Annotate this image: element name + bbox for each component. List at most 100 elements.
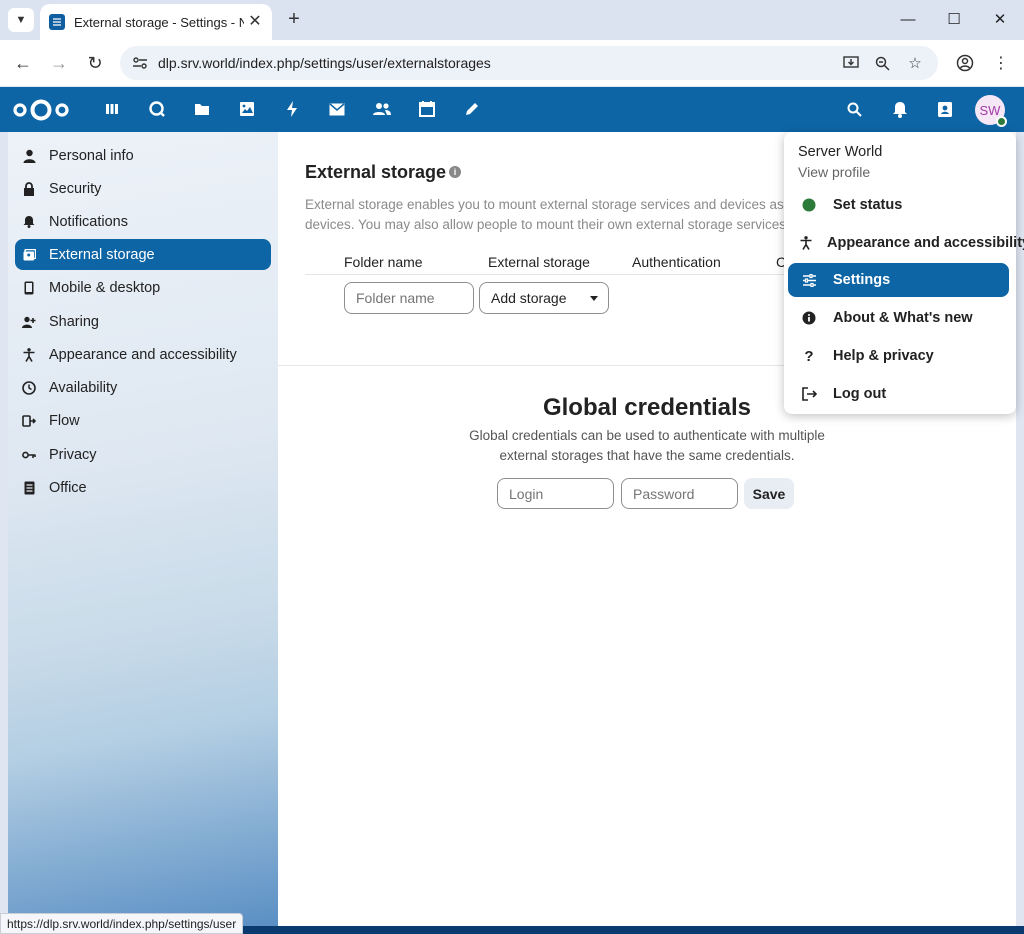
sidebar-item-security[interactable]: Security — [15, 173, 271, 204]
nextcloud-settings-favicon-icon — [49, 14, 65, 30]
install-app-icon[interactable] — [840, 52, 862, 74]
nextcloud-logo-icon[interactable] — [12, 96, 70, 124]
menu-item-help-privacy[interactable]: ? Help & privacy — [788, 339, 1009, 373]
photos-app-icon[interactable] — [236, 98, 258, 120]
info-icon — [800, 309, 818, 327]
unified-search-icon[interactable] — [843, 98, 865, 120]
password-input[interactable] — [621, 478, 738, 509]
contacts-menu-icon[interactable] — [934, 98, 956, 120]
sidebar-item-label: Appearance and accessibility — [49, 346, 237, 363]
sidebar-item-flow[interactable]: Flow — [15, 405, 271, 436]
sidebar-item-external-storage[interactable]: External storage — [15, 239, 271, 270]
section-title-external-storage: External storage — [305, 162, 447, 182]
bookmark-star-icon[interactable]: ☆ — [904, 52, 926, 74]
online-status-dot-icon — [996, 116, 1007, 127]
sidebar-item-label: Availability — [49, 379, 118, 396]
sidebar-item-label: Privacy — [49, 446, 97, 463]
sidebar-item-label: External storage — [49, 246, 155, 263]
activity-app-icon[interactable] — [281, 98, 303, 120]
back-icon[interactable]: ← — [10, 50, 36, 76]
notifications-bell-icon[interactable] — [889, 98, 911, 120]
tab-close-icon[interactable]: ✕ — [246, 13, 264, 31]
document-icon — [21, 480, 37, 496]
external-storage-icon — [21, 247, 37, 263]
menu-item-settings[interactable]: Settings — [788, 263, 1009, 297]
browser-tab[interactable]: External storage - Settings - Nextcloud … — [40, 4, 272, 40]
status-dot-icon — [800, 196, 818, 214]
search-app-icon[interactable] — [146, 98, 168, 120]
section-description: External storage enables you to mount ex… — [305, 195, 825, 235]
key-icon — [21, 447, 37, 463]
menu-item-set-status[interactable]: Set status — [788, 188, 1009, 222]
sidebar-item-label: Security — [49, 180, 102, 197]
menu-item-label: Log out — [833, 386, 887, 402]
browser-toolbar: ← → ↻ dlp.srv.world/index.php/settings/u… — [0, 40, 1024, 86]
clock-icon — [21, 380, 37, 396]
sidebar-item-label: Personal info — [49, 147, 134, 164]
info-icon[interactable]: i — [449, 166, 461, 178]
menu-item-log-out[interactable]: Log out — [788, 377, 1009, 411]
reload-icon[interactable]: ↻ — [82, 50, 108, 76]
save-button[interactable]: Save — [744, 478, 794, 509]
zoom-icon[interactable] — [871, 52, 893, 74]
notes-app-icon[interactable] — [461, 98, 483, 120]
sidebar-item-personal-info[interactable]: Personal info — [15, 140, 271, 171]
tab-title: External storage - Settings - Nextcloud — [74, 14, 244, 30]
settings-sidebar: Personal info Security Notifications Ext… — [8, 132, 278, 926]
description-line: devices. You may also allow people to mo… — [305, 217, 790, 232]
description-line: Global credentials can be used to authen… — [469, 428, 825, 443]
avatar-initials: SW — [979, 102, 1001, 118]
menu-item-appearance[interactable]: Appearance and accessibility — [788, 226, 1024, 260]
caret-down-icon — [590, 296, 598, 301]
sidebar-item-label: Notifications — [49, 213, 128, 230]
calendar-app-icon[interactable] — [416, 98, 438, 120]
menu-item-label: Set status — [833, 197, 903, 213]
sidebar-item-availability[interactable]: Availability — [15, 372, 271, 403]
sidebar-item-privacy[interactable]: Privacy — [15, 439, 271, 470]
login-input[interactable] — [497, 478, 614, 509]
menu-item-label: Settings — [833, 272, 891, 288]
menu-item-about[interactable]: About & What's new — [788, 301, 1009, 335]
global-credentials-description: Global credentials can be used to authen… — [278, 426, 1016, 466]
column-header-folder-name: Folder name — [344, 254, 423, 270]
sidebar-item-office[interactable]: Office — [15, 472, 271, 503]
nextcloud-header — [0, 87, 1024, 132]
browser-tab-bar: ▼ External storage - Settings - Nextclou… — [0, 0, 1024, 40]
profile-icon[interactable] — [953, 51, 977, 75]
user-menu-dropdown: Server World View profile Set status App… — [784, 132, 1024, 414]
sidebar-item-label: Mobile & desktop — [49, 279, 161, 296]
forward-icon[interactable]: → — [46, 50, 72, 76]
view-profile-link[interactable]: View profile — [798, 164, 870, 180]
add-storage-select[interactable]: Add storage — [479, 282, 609, 314]
new-tab-button[interactable]: + — [282, 8, 306, 32]
mail-app-icon[interactable] — [326, 98, 348, 120]
help-icon: ? — [804, 347, 814, 365]
sidebar-item-sharing[interactable]: Sharing — [15, 306, 271, 337]
description-line: external storages that have the same cre… — [499, 448, 795, 463]
files-app-icon[interactable] — [191, 98, 213, 120]
user-display-name[interactable]: Server World — [798, 144, 882, 160]
accessibility-icon — [21, 347, 37, 363]
browser-menu-icon[interactable]: ⋮ — [989, 51, 1013, 75]
folder-name-input[interactable] — [344, 282, 474, 314]
tab-search-button[interactable]: ▼ — [8, 8, 34, 32]
sidebar-item-appearance[interactable]: Appearance and accessibility — [15, 339, 271, 370]
menu-item-label: Help & privacy — [833, 348, 934, 364]
lock-icon — [21, 181, 37, 197]
contacts-app-icon[interactable] — [371, 98, 393, 120]
sidebar-item-notifications[interactable]: Notifications — [15, 206, 271, 237]
logout-icon — [800, 385, 818, 403]
sidebar-item-mobile-desktop[interactable]: Mobile & desktop — [15, 272, 271, 303]
link-status-bar: https://dlp.srv.world/index.php/settings… — [0, 913, 244, 934]
minimize-icon[interactable]: — — [893, 8, 923, 32]
dashboard-app-icon[interactable] — [101, 98, 123, 120]
description-line: External storage enables you to mount ex… — [305, 197, 795, 212]
person-icon — [21, 148, 37, 164]
site-info-icon[interactable] — [128, 51, 152, 75]
address-bar[interactable]: dlp.srv.world/index.php/settings/user/ex… — [120, 46, 938, 80]
sidebar-item-label: Office — [49, 479, 87, 496]
url-text: dlp.srv.world/index.php/settings/user/ex… — [158, 55, 491, 71]
maximize-icon[interactable]: ☐ — [939, 8, 969, 32]
sidebar-item-label: Flow — [49, 412, 80, 429]
window-close-icon[interactable]: ✕ — [985, 8, 1015, 32]
